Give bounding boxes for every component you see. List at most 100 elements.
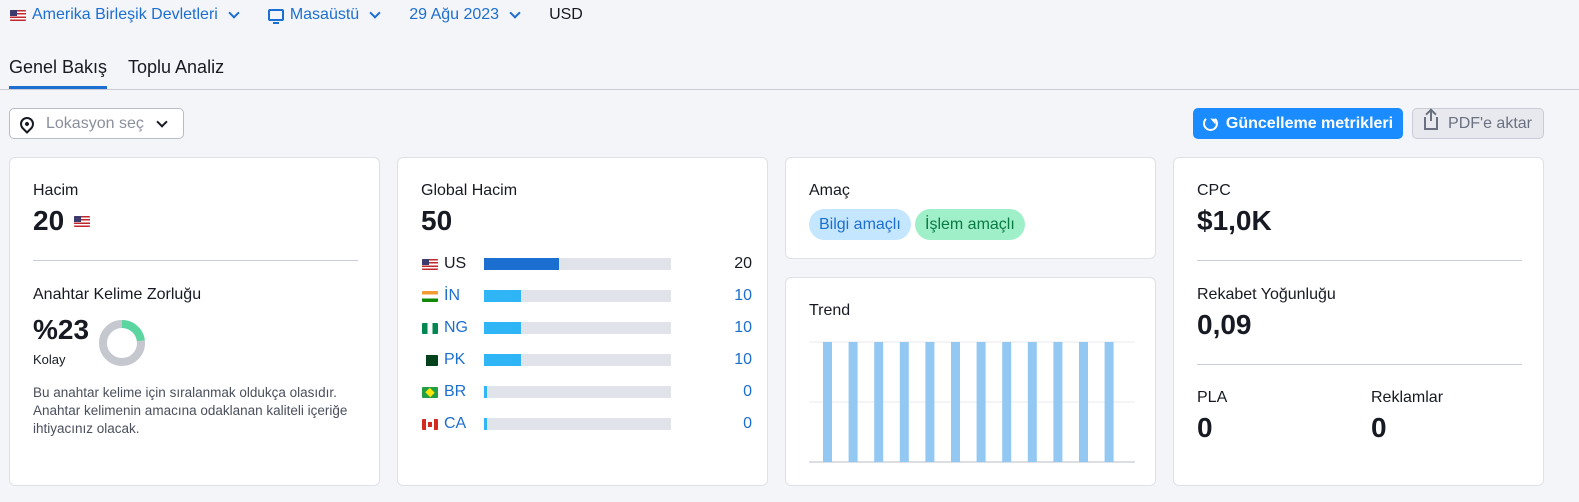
pla-label: PLA: [1197, 389, 1228, 406]
global-volume-row: BR 0: [422, 382, 752, 402]
chevron-down-icon: [509, 7, 521, 19]
location-placeholder: Lokasyon seç: [46, 114, 144, 132]
tab-bulk-analysis[interactable]: Toplu Analiz: [128, 57, 224, 89]
volume-label: Hacim: [33, 182, 79, 199]
trend-bar[interactable]: [1002, 342, 1012, 462]
trend-bar[interactable]: [823, 342, 832, 462]
volume-bar-fill: [484, 418, 487, 430]
trend-bar[interactable]: [1027, 342, 1037, 462]
update-metrics-button[interactable]: Güncelleme metrikleri: [1193, 108, 1403, 139]
date-selector[interactable]: 29 Ağu 2023: [409, 6, 521, 24]
country-label: Amerika Birleşik Devletleri: [32, 6, 218, 23]
volume-bar-fill: [484, 290, 522, 302]
date-label: 29 Ağu 2023: [409, 6, 500, 23]
cpc-label: CPC: [1197, 182, 1231, 199]
global-volume-card: Global Hacim 50 US 20 İN 10 NG 10 PK 10 BR 0 CA 0: [397, 157, 768, 486]
upload-icon: [1424, 111, 1439, 130]
competition-value: 0,09: [1197, 309, 1252, 340]
kd-donut: [99, 320, 145, 366]
country-flag-icon: [422, 290, 438, 302]
kd-value: %23: [33, 314, 90, 345]
global-volume-row: İN 10: [422, 286, 752, 306]
trend-bar[interactable]: [951, 342, 960, 462]
global-volume-row: NG 10: [422, 318, 752, 338]
kd-level: Kolay: [33, 352, 66, 367]
country-code[interactable]: İN: [444, 287, 484, 305]
device-label: Masaüstü: [289, 6, 360, 23]
volume-bar-track: [484, 418, 671, 430]
currency-label: USD: [549, 6, 583, 23]
cpc-value: $1,0K: [1197, 205, 1272, 236]
database-toolbar: Amerika Birleşik Devletleri Masaüstü 29 …: [10, 0, 583, 30]
trend-bar[interactable]: [848, 342, 858, 462]
country-code[interactable]: CA: [444, 415, 484, 433]
country-flag-icon: [422, 258, 438, 270]
trend-bar[interactable]: [1104, 342, 1114, 462]
country-volume[interactable]: 0: [671, 415, 752, 433]
country-code[interactable]: PK: [444, 351, 484, 369]
location-pin-icon: [17, 113, 37, 134]
volume-bar-track: [484, 322, 671, 334]
location-select[interactable]: Lokasyon seç: [9, 108, 184, 139]
global-volume-row: US 20: [422, 254, 752, 274]
export-pdf-button[interactable]: PDF'e aktar: [1412, 108, 1544, 139]
volume-bar-fill: [484, 354, 522, 366]
country-volume[interactable]: 10: [671, 287, 752, 305]
intent-label: Amaç: [809, 182, 850, 199]
volume-bar-track: [484, 386, 671, 398]
chevron-down-icon: [369, 7, 381, 19]
country-code[interactable]: NG: [444, 319, 484, 337]
competition-label: Rekabet Yoğunluğu: [1197, 286, 1336, 303]
chevron-down-icon: [228, 7, 240, 19]
pla-value: 0: [1197, 412, 1213, 443]
export-pdf-label: PDF'e aktar: [1448, 114, 1532, 132]
volume-value: 20: [33, 205, 65, 236]
trend-label: Trend: [809, 302, 851, 319]
country-volume[interactable]: 0: [671, 383, 752, 401]
volume-bar-fill: [484, 258, 559, 270]
chevron-down-icon: [156, 115, 168, 128]
country-flag-icon: [422, 418, 438, 430]
tab-bar: Genel Bakış Toplu Analiz: [0, 55, 1579, 90]
volume-kd-card: Hacim 20 Anahtar Kelime Zorluğu %23 Kola…: [9, 157, 380, 486]
device-selector[interactable]: Masaüstü: [267, 6, 381, 24]
kd-description: Bu anahtar kelime için sıralanmak oldukç…: [33, 385, 348, 436]
trend-bar[interactable]: [1079, 342, 1088, 462]
country-flag-icon: [422, 386, 438, 398]
trend-bar[interactable]: [899, 342, 909, 462]
intent-tag-transactional[interactable]: İşlem amaçlı: [915, 209, 1025, 240]
country-flag-icon: [422, 354, 438, 366]
intent-tag-informational[interactable]: Bilgi amaçlı: [809, 209, 911, 240]
country-volume: 20: [734, 255, 752, 272]
refresh-icon: [1202, 116, 1218, 131]
global-volume-row: CA 0: [422, 414, 752, 434]
tab-overview[interactable]: Genel Bakış: [9, 57, 108, 89]
country-volume[interactable]: 10: [671, 319, 752, 337]
country-code[interactable]: BR: [444, 383, 484, 401]
global-volume-label: Global Hacim: [421, 182, 518, 199]
volume-bar-track: [484, 290, 671, 302]
us-flag-icon: [74, 216, 90, 227]
ads-value: 0: [1371, 412, 1387, 443]
trend-bar[interactable]: [976, 342, 986, 462]
monitor-icon: [267, 9, 284, 24]
divider: [33, 260, 358, 261]
intent-card: Amaç Bilgi amaçlı İşlem amaçlı: [785, 157, 1156, 259]
kd-label: Anahtar Kelime Zorluğu: [33, 286, 202, 303]
trend-bar[interactable]: [1053, 342, 1063, 462]
country-flag-icon: [422, 322, 438, 334]
us-flag-icon: [10, 9, 26, 21]
country-code: US: [444, 255, 467, 272]
volume-bar-fill: [484, 322, 522, 334]
ads-label: Reklamlar: [1371, 389, 1444, 406]
country-volume[interactable]: 10: [671, 351, 752, 369]
country-selector[interactable]: Amerika Birleşik Devletleri: [10, 6, 240, 24]
trend-bar[interactable]: [874, 342, 884, 462]
global-volume-value: 50: [421, 205, 453, 236]
update-metrics-label: Güncelleme metrikleri: [1225, 114, 1394, 132]
volume-bar-track: [484, 354, 671, 366]
volume-bar-fill: [484, 386, 487, 398]
trend-bar[interactable]: [925, 342, 935, 462]
trend-chart: [809, 341, 1135, 463]
cpc-card: CPC $1,0K Rekabet Yoğunluğu 0,09 PLA 0 R…: [1173, 157, 1544, 486]
